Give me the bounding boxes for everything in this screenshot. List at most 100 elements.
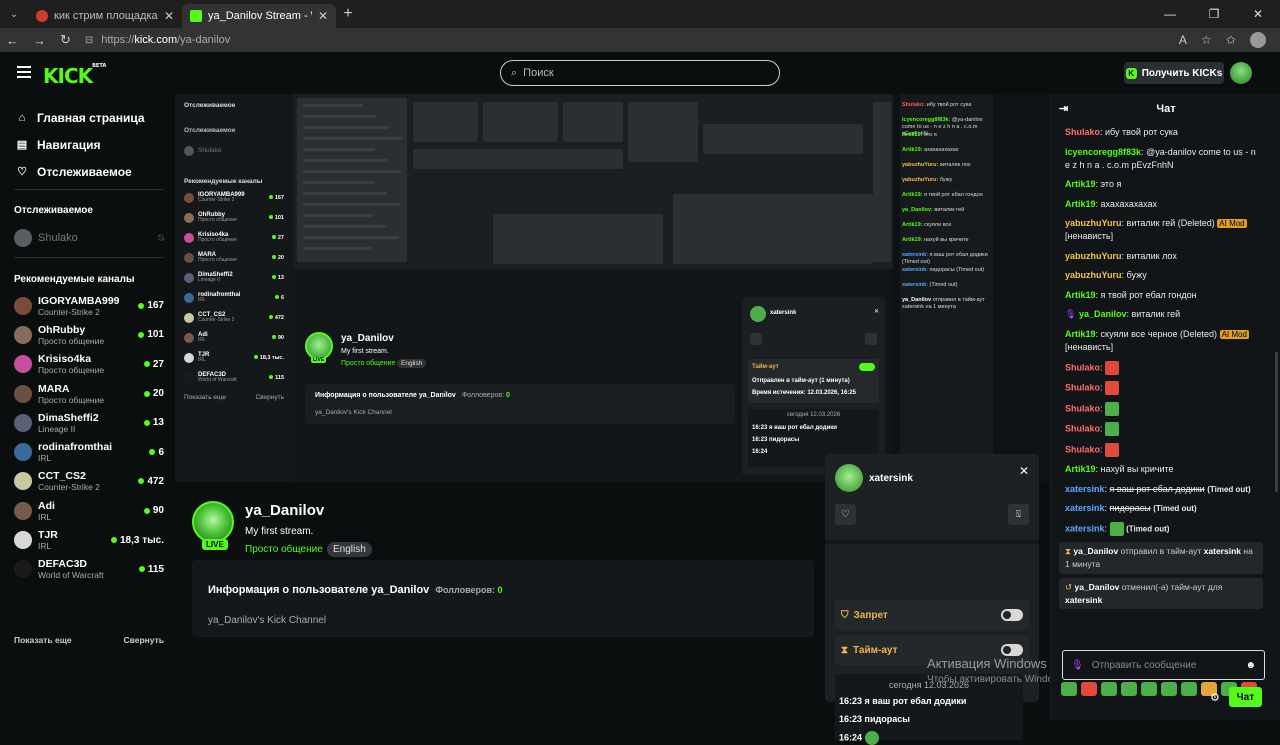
new-tab-icon[interactable]: + xyxy=(336,5,360,23)
nav-home[interactable]: ⌂Главная страница xyxy=(16,104,159,131)
reload-icon[interactable]: ↻ xyxy=(60,32,71,48)
viewers: 167 xyxy=(147,300,164,311)
tab-list-icon[interactable]: ⌄ xyxy=(0,0,28,28)
chat-scrollbar[interactable] xyxy=(1275,352,1278,492)
chat-username[interactable]: xatersink xyxy=(1065,503,1105,513)
ban-toggle[interactable] xyxy=(1001,609,1023,621)
favorite-star-icon[interactable]: ☆ xyxy=(1201,33,1212,47)
recommended-channel[interactable]: MARAПросто общение20 xyxy=(14,379,164,408)
channel-category: Просто общение xyxy=(38,365,138,375)
mute-icon[interactable]: ⍂ xyxy=(1008,504,1029,525)
recommended-channel[interactable]: DimaSheffi2Lineage II13 xyxy=(14,408,164,437)
chat-username[interactable]: xatersink xyxy=(1065,484,1105,494)
channel-name[interactable]: ya_Danilov xyxy=(245,502,324,519)
nav-following[interactable]: ♡Отслеживаемое xyxy=(16,158,159,185)
chat-username[interactable]: yabuzhuYuru xyxy=(1065,218,1122,228)
language-tag[interactable]: English xyxy=(327,542,372,557)
recommended-channel[interactable]: OhRubbyПросто общение101 xyxy=(14,320,164,349)
back-icon[interactable]: ← xyxy=(6,33,19,48)
maximize-icon[interactable]: ❐ xyxy=(1192,0,1236,28)
recommended-channel[interactable]: IGORYAMBA999Counter-Strike 2167 xyxy=(14,291,164,320)
ban-toggle-row[interactable]: ⛉ Запрет xyxy=(835,600,1029,630)
chat-input[interactable]: 🎙 Отправить сообщение ☻ xyxy=(1062,650,1265,680)
chat-username[interactable]: ya_Danilov xyxy=(1079,309,1127,319)
emote-icon[interactable] xyxy=(1141,682,1157,696)
emote-icon[interactable] xyxy=(1181,682,1197,696)
show-more-link[interactable]: Показать еще xyxy=(14,635,72,645)
forward-icon[interactable]: → xyxy=(33,33,46,48)
user-avatar[interactable] xyxy=(1230,62,1252,84)
emote-icon[interactable] xyxy=(1101,682,1117,696)
category-link[interactable]: Просто общение xyxy=(245,544,323,555)
live-badge: LIVE xyxy=(202,539,228,550)
mini-recommended-channel: TJRIRL18,3 тыс. xyxy=(184,352,284,363)
follow-heart-icon[interactable]: ♡ xyxy=(835,504,856,525)
mini-chat-line: xatersink: я ваш рот ебал додики (Timed … xyxy=(902,252,992,266)
user-name[interactable]: xatersink xyxy=(869,473,913,484)
chat-username[interactable]: Artik19 xyxy=(1065,290,1096,300)
recommended-channel[interactable]: Krisiso4kaПросто общение27 xyxy=(14,350,164,379)
chat-username[interactable]: yabuzhuYuru xyxy=(1065,270,1122,280)
avatar xyxy=(184,293,194,303)
live-badge: LIVE xyxy=(311,357,326,363)
viewer-count: 167 xyxy=(138,300,164,311)
mini-chat-line: xatersink: (Timed out) xyxy=(902,282,992,289)
chat-username[interactable]: icyencoregg8f83k xyxy=(1065,147,1141,157)
nav-browse[interactable]: ▤Навигация xyxy=(16,131,159,158)
close-icon[interactable]: ✕ xyxy=(1019,464,1029,478)
following-channel[interactable]: Shulako ⍉ xyxy=(14,229,164,247)
emoji-icon[interactable]: ☻ xyxy=(1245,660,1256,671)
profile-avatar[interactable] xyxy=(1250,32,1266,48)
video-player[interactable]: Отслеживаемое Отслеживаемое Shulako Реко… xyxy=(175,94,1050,482)
site-info-icon[interactable]: ⊟ xyxy=(85,35,93,46)
mini-channel-text: TJRIRL xyxy=(198,352,250,363)
mini-chat-line: Artik19: скуяли все xyxy=(902,222,992,229)
close-window-icon[interactable]: ✕ xyxy=(1236,0,1280,28)
channel-text: DEFAC3DWorld of Warcraft xyxy=(38,558,133,580)
mic-icon[interactable]: 🎙 xyxy=(1071,660,1084,671)
browser-tab-active[interactable]: ya_Danilov Stream - Watch Live on ✕ xyxy=(182,4,336,28)
emote-icon[interactable] xyxy=(1081,682,1097,696)
chat-username[interactable]: Artik19 xyxy=(1065,179,1096,189)
favorites-icon[interactable]: ✩ xyxy=(1226,33,1236,47)
chat-username[interactable]: Artik19 xyxy=(1065,464,1096,474)
close-tab-icon[interactable]: ✕ xyxy=(164,9,174,23)
emote-icon[interactable] xyxy=(1161,682,1177,696)
timeout-toggle[interactable] xyxy=(1001,644,1023,656)
followers-count: 0 xyxy=(506,392,510,399)
user-avatar[interactable] xyxy=(835,464,863,492)
chat-username[interactable]: Artik19 xyxy=(1065,199,1096,209)
chat-username[interactable]: Shulako xyxy=(1065,444,1100,454)
browser-tab[interactable]: кик стрим площадка — Яндекс ✕ xyxy=(28,4,182,28)
emote-icon[interactable] xyxy=(1061,682,1077,696)
chat-username[interactable]: Shulako xyxy=(1065,362,1100,372)
chat-username[interactable]: xatersink xyxy=(1065,523,1105,533)
mini-recommended-channel: DEFAC3DWorld of Warcraft115 xyxy=(184,372,284,383)
chat-username[interactable]: Shulako xyxy=(1065,403,1100,413)
read-aloud-icon[interactable]: A xyxy=(1179,33,1187,47)
collapse-link[interactable]: Свернуть xyxy=(123,635,164,645)
chat-username[interactable]: Artik19 xyxy=(1065,329,1096,339)
chat-username[interactable]: Shulako xyxy=(1065,127,1100,137)
recommended-channel[interactable]: DEFAC3DWorld of Warcraft115 xyxy=(14,555,164,584)
recommended-channel[interactable]: CCT_CS2Counter-Strike 2472 xyxy=(14,467,164,496)
chat-username[interactable]: yabuzhuYuru xyxy=(1065,251,1122,261)
recommended-channel[interactable]: AdiIRL90 xyxy=(14,496,164,525)
search-input[interactable]: ⌕ Поиск xyxy=(500,60,780,86)
close-tab-icon[interactable]: ✕ xyxy=(318,9,328,23)
collapse-chat-icon[interactable]: ⇥ xyxy=(1059,102,1068,115)
kick-logo[interactable]: KICKBETA xyxy=(43,64,106,88)
tab-title: ya_Danilov Stream - Watch Live on xyxy=(208,10,312,22)
get-kicks-button[interactable]: K Получить KICKs xyxy=(1124,62,1224,84)
chat-username[interactable]: Shulako xyxy=(1065,423,1100,433)
recommended-channel[interactable]: TJRIRL18,3 тыс. xyxy=(14,525,164,554)
emote-icon[interactable] xyxy=(1121,682,1137,696)
menu-icon[interactable] xyxy=(17,66,31,78)
channel-avatar[interactable] xyxy=(192,501,234,543)
chat-username[interactable]: Shulako xyxy=(1065,382,1100,392)
recommended-channel[interactable]: rodinafromthaiIRL6 xyxy=(14,437,164,466)
settings-gear-icon[interactable]: ⚙ xyxy=(1210,691,1220,704)
send-chat-button[interactable]: Чат xyxy=(1229,687,1262,707)
minimize-icon[interactable]: — xyxy=(1148,0,1192,28)
address-bar[interactable]: ⊟ https://kick.com/ya-danilov xyxy=(85,30,1165,50)
